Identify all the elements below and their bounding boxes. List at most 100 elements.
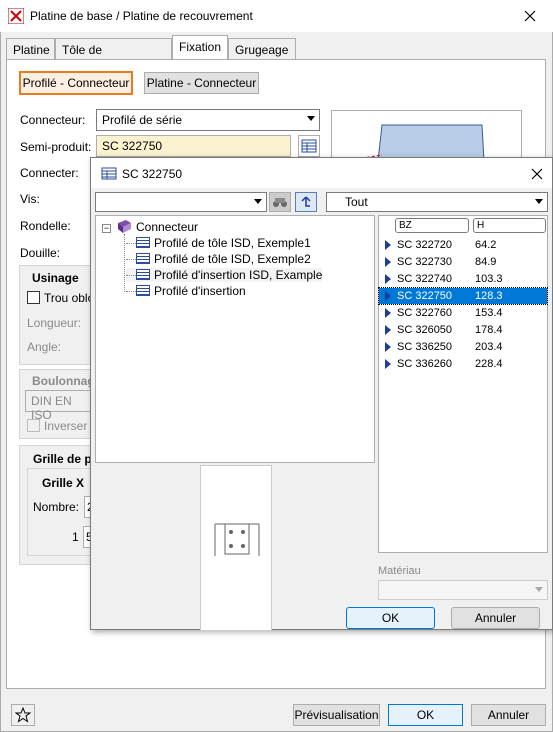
- preview-button[interactable]: Prévisualisation: [293, 704, 380, 726]
- plate-connector-button[interactable]: Platine - Connecteur: [144, 72, 259, 94]
- chevron-down-icon: [307, 116, 315, 121]
- connecteur-label: Connecteur:: [20, 113, 86, 127]
- longueur-label: Longueur:: [27, 316, 82, 330]
- table-icon: [301, 139, 317, 153]
- nombre-label: Nombre:: [33, 500, 80, 514]
- cell-bz: SC 322730: [397, 256, 453, 268]
- connecteur-value: Profilé de série: [102, 113, 183, 127]
- chevron-down-icon: [254, 199, 262, 204]
- close-icon[interactable]: [524, 10, 536, 22]
- column-header-h[interactable]: H: [473, 218, 546, 233]
- tree-item-label: Profilé d'insertion ISD, Example: [154, 268, 323, 282]
- favorite-button[interactable]: [11, 704, 35, 726]
- table-row[interactable]: SC 336260 228.4: [379, 356, 547, 372]
- title-bar: Platine de base / Platine de recouvremen…: [0, 0, 553, 32]
- material-select: [378, 580, 548, 600]
- row-marker-icon: [385, 359, 391, 369]
- table-icon: [136, 285, 150, 296]
- cell-h: 103.3: [475, 273, 503, 285]
- ok-button[interactable]: OK: [388, 704, 463, 726]
- cell-bz: SC 336260: [397, 358, 453, 370]
- semi-produit-label: Semi-produit:: [20, 140, 92, 154]
- vis-label: Vis:: [20, 192, 40, 206]
- angle-label: Angle:: [27, 340, 62, 354]
- search-combo[interactable]: [95, 192, 267, 212]
- tab-platine[interactable]: Platine: [6, 38, 55, 60]
- app-icon: [8, 8, 24, 24]
- semi-product-dialog: SC 322750 Tout − Connecteur Profilé de t…: [90, 157, 553, 631]
- table-row[interactable]: SC 326050 178.4: [379, 322, 547, 338]
- tab-tole-remplissage[interactable]: Tôle de remplissage: [55, 38, 172, 71]
- cell-h: 128.3: [475, 290, 503, 302]
- profile-connector-button[interactable]: Profilé - Connecteur: [19, 71, 133, 95]
- catalog-tree: − Connecteur Profilé de tôle ISD, Exempl…: [95, 215, 375, 463]
- cell-h: 64.2: [475, 239, 497, 251]
- semi-produit-field[interactable]: SC 322750: [96, 135, 291, 157]
- usinage-title: Usinage: [32, 271, 79, 285]
- find-button[interactable]: [269, 192, 291, 212]
- trou-label: Trou oblo: [44, 291, 95, 305]
- boulonnage-title: Boulonnag: [32, 374, 95, 388]
- table-row[interactable]: SC 322730 84.9: [379, 254, 547, 270]
- column-header-bz[interactable]: BZ: [395, 218, 469, 233]
- table-icon: [136, 253, 150, 264]
- cell-bz: SC 322740: [397, 273, 453, 285]
- tree-item-label: Profilé de tôle ISD, Exemple2: [154, 252, 311, 266]
- tree-item[interactable]: Profilé de tôle ISD, Exemple1: [126, 236, 311, 250]
- filter-select[interactable]: Tout: [326, 192, 548, 212]
- tree-item[interactable]: Profilé d'insertion ISD, Example: [126, 268, 323, 282]
- cell-h: 153.4: [475, 307, 503, 319]
- up-level-button[interactable]: [295, 192, 317, 212]
- table-row[interactable]: SC 322760 153.4: [379, 305, 547, 321]
- dialog-title-bar: SC 322750: [91, 158, 552, 188]
- collapse-toggle-icon[interactable]: −: [102, 224, 111, 233]
- norm-field: DIN EN ISO: [25, 390, 99, 422]
- cell-h: 84.9: [475, 256, 497, 268]
- close-icon[interactable]: [531, 168, 543, 180]
- profile-section-drawing: [214, 523, 260, 556]
- row-marker-icon: [385, 325, 391, 335]
- cell-h: 203.4: [475, 341, 503, 353]
- table-icon: [136, 237, 150, 248]
- tree-root-connecteur[interactable]: Connecteur: [136, 220, 198, 234]
- star-icon: [14, 706, 32, 723]
- row-marker-icon: [385, 240, 391, 250]
- book-icon: [118, 220, 131, 233]
- table-row[interactable]: SC 322720 64.2: [379, 237, 547, 253]
- cell-bz: SC 326050: [397, 324, 453, 336]
- arrow-up-icon: [301, 196, 311, 207]
- filter-value: Tout: [345, 195, 368, 209]
- grille-x-title: Grille X: [42, 476, 85, 490]
- table-row[interactable]: SC 322740 103.3: [379, 271, 547, 287]
- dialog-cancel-button[interactable]: Annuler: [451, 607, 540, 629]
- grille-title: Grille de p: [33, 452, 92, 466]
- window-title: Platine de base / Platine de recouvremen…: [30, 9, 253, 23]
- cell-bz: SC 322720: [397, 239, 453, 251]
- inverser-checkbox: [27, 419, 40, 432]
- trou-checkbox[interactable]: [27, 291, 40, 304]
- connecteur-select[interactable]: Profilé de série: [96, 109, 320, 131]
- tree-item[interactable]: Profilé de tôle ISD, Exemple2: [126, 252, 311, 266]
- row-marker-icon: [385, 257, 391, 267]
- profile-drawing: [356, 124, 485, 162]
- tree-item-label: Profilé de tôle ISD, Exemple1: [154, 236, 311, 250]
- tree-item[interactable]: Profilé d'insertion: [126, 284, 246, 298]
- row-number: 1: [72, 530, 79, 544]
- tab-fixation[interactable]: Fixation: [172, 35, 228, 61]
- cancel-button[interactable]: Annuler: [471, 704, 546, 726]
- cell-h: 178.4: [475, 324, 503, 336]
- cell-bz: SC 322750: [397, 290, 453, 302]
- cell-h: 228.4: [475, 358, 503, 370]
- row-marker-icon: [385, 274, 391, 284]
- table-row[interactable]: SC 336250 203.4: [379, 339, 547, 355]
- dialog-ok-button[interactable]: OK: [346, 607, 435, 629]
- semi-product-table: BZ H SC 322720 64.2 SC 322730 84.9 SC 322740…: [378, 215, 548, 553]
- profile-thumbnail: [200, 465, 272, 631]
- table-icon: [101, 167, 117, 180]
- row-marker-icon: [385, 291, 391, 301]
- connecter-label: Connecter:: [20, 166, 79, 180]
- tab-grugeage[interactable]: Grugeage: [228, 38, 296, 60]
- table-row[interactable]: SC 322750 128.3: [378, 287, 548, 305]
- table-select-button[interactable]: [298, 135, 320, 157]
- douille-label: Douille:: [20, 246, 61, 260]
